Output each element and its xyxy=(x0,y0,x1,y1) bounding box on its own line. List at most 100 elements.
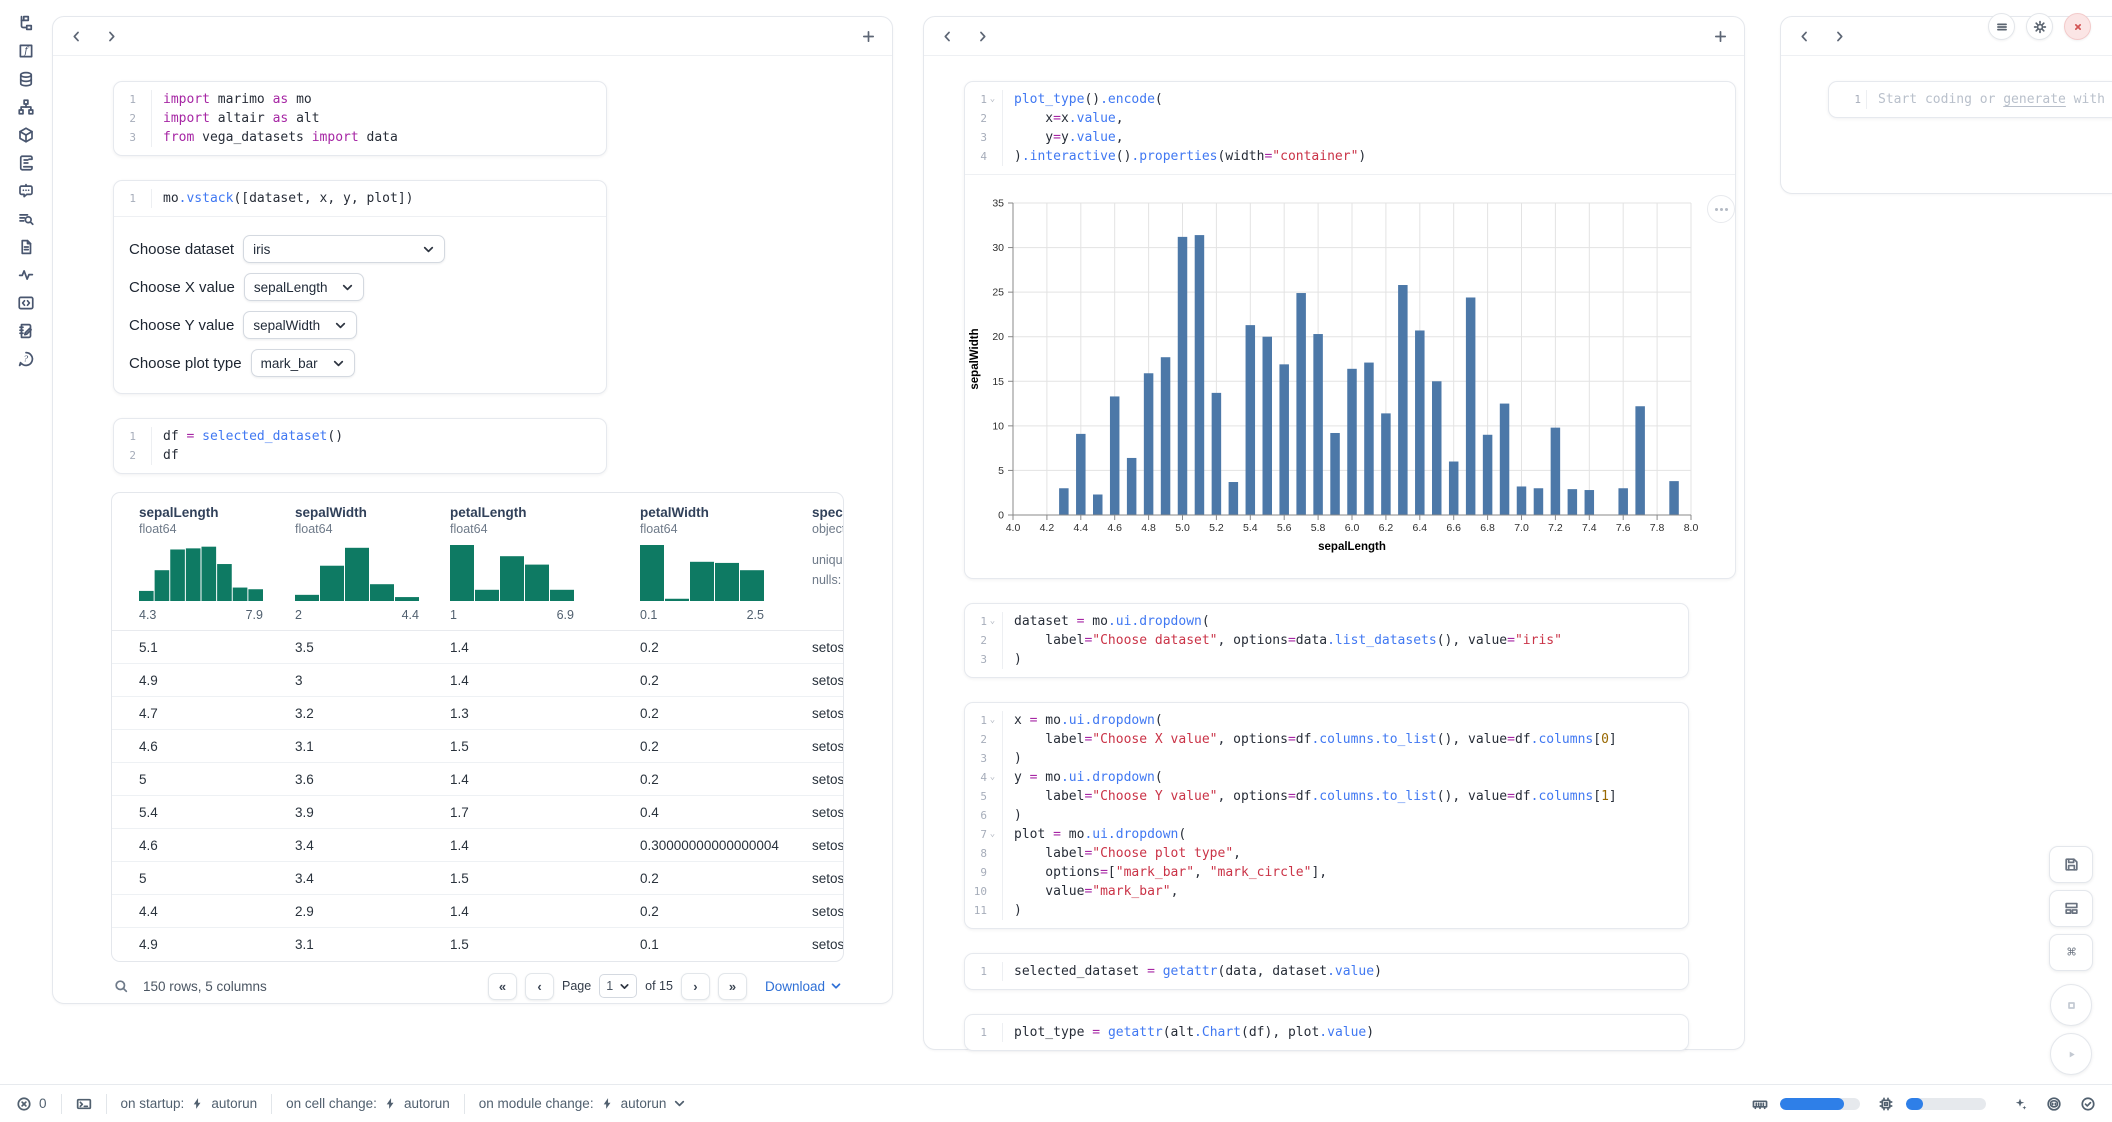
ai-sparkles-button[interactable] xyxy=(2012,1096,2028,1112)
column-move-right-button[interactable] xyxy=(104,29,119,44)
next-page-button[interactable]: › xyxy=(681,973,710,1000)
dropdown-choose-dataset[interactable]: iris xyxy=(243,235,445,263)
code-editor[interactable]: 1import marimo as mo2import altair as al… xyxy=(113,81,607,156)
code-line: 1⌄plot_type().encode( xyxy=(965,90,1735,109)
stop-button[interactable] xyxy=(2050,984,2092,1026)
save-button[interactable] xyxy=(2049,846,2093,883)
errors-indicator[interactable]: 0 xyxy=(16,1096,47,1112)
search-icon[interactable] xyxy=(113,978,129,994)
sidebar-item-snippets[interactable] xyxy=(17,238,35,256)
empty-code-editor[interactable]: 1 Start coding or generate with AI xyxy=(1828,81,2112,118)
sparkles-icon xyxy=(2012,1096,2028,1112)
code-editor[interactable]: 1mo.vstack([dataset, x, y, plot]) xyxy=(114,181,606,217)
code-editor[interactable]: 1⌄dataset = mo.ui.dropdown(2 label="Choo… xyxy=(964,603,1689,678)
altair-bar-chart[interactable]: 051015202530354.04.24.44.64.85.05.25.45.… xyxy=(965,187,1736,559)
floating-action-buttons: ⌘ xyxy=(2049,846,2093,1075)
sidebar-item-database[interactable] xyxy=(17,70,35,88)
copilot-button[interactable] xyxy=(2046,1096,2062,1112)
column-name: petalLength xyxy=(450,505,613,520)
code-line: 3 y=y.value, xyxy=(965,128,1735,147)
table-cell: 5 xyxy=(112,871,268,886)
sidebar-item-functions[interactable]: f xyxy=(17,42,35,60)
line-number: 3 xyxy=(980,128,987,147)
editor-placeholder: Start coding or generate with AI xyxy=(1867,90,2112,109)
play-button[interactable] xyxy=(2050,1033,2092,1075)
code-editor[interactable]: 1selected_dataset = getattr(data, datase… xyxy=(964,953,1689,990)
table-column-header[interactable]: sepalWidthfloat6424.4 xyxy=(268,505,423,622)
sidebar-item-chat[interactable] xyxy=(17,182,35,200)
table-row[interactable]: 4.73.21.30.2setosa xyxy=(112,697,843,730)
fold-toggle[interactable]: ⌄ xyxy=(988,825,997,844)
column-move-left-button[interactable] xyxy=(1797,29,1812,44)
notebook-column-3: 1 Start coding or generate with AI xyxy=(1780,16,2112,194)
sidebar-item-dependency-graph[interactable] xyxy=(17,98,35,116)
code-editor[interactable]: 1⌄x = mo.ui.dropdown(2 label="Choose X v… xyxy=(964,702,1689,929)
dropdown-choose-y-value[interactable]: sepalWidth xyxy=(243,311,357,339)
add-column-button[interactable] xyxy=(1713,29,1728,44)
column-move-right-button[interactable] xyxy=(1832,29,1847,44)
table-row[interactable]: 53.61.40.2setosa xyxy=(112,763,843,796)
sidebar-item-code[interactable] xyxy=(17,294,35,312)
fold-toggle[interactable]: ⌄ xyxy=(988,612,997,631)
chart-bar xyxy=(1059,488,1069,515)
code-editor[interactable]: 1df = selected_dataset()2df xyxy=(113,418,607,474)
layout-button[interactable] xyxy=(2049,890,2093,927)
chart-output[interactable]: 051015202530354.04.24.44.64.85.05.25.45.… xyxy=(965,175,1735,578)
gear-button[interactable] xyxy=(2026,13,2053,40)
table-column-header[interactable]: speciesobjectunique:nulls: xyxy=(785,505,844,622)
table-header-row: sepalLengthfloat644.37.9sepalWidthfloat6… xyxy=(112,493,843,631)
dropdown-choose-plot-type[interactable]: mark_bar xyxy=(251,349,355,377)
runtime-setting-on-module-change[interactable]: on module change:autorun xyxy=(479,1096,687,1111)
fold-toggle[interactable]: ⌄ xyxy=(988,711,997,730)
menu-button[interactable] xyxy=(1988,13,2015,40)
sidebar-item-scroll[interactable] xyxy=(17,154,35,172)
column-range: 0.12.5 xyxy=(640,608,764,622)
column-move-left-button[interactable] xyxy=(69,29,84,44)
terminal-button[interactable] xyxy=(76,1096,92,1112)
table-row[interactable]: 53.41.50.2setosa xyxy=(112,862,843,895)
table-column-header[interactable]: petalLengthfloat6416.9 xyxy=(423,505,613,622)
chart-bar xyxy=(1432,381,1442,515)
add-column-button[interactable] xyxy=(861,29,876,44)
runtime-setting-on-cell-change[interactable]: on cell change:autorun xyxy=(286,1096,450,1111)
prev-page-button[interactable]: ‹ xyxy=(525,973,554,1000)
table-row[interactable]: 4.63.11.50.2setosa xyxy=(112,730,843,763)
close-button[interactable] xyxy=(2064,13,2091,40)
runtime-setting-on-startup[interactable]: on startup:autorun xyxy=(121,1096,258,1111)
chart-bar xyxy=(1313,334,1323,515)
dropdown-choose-x-value[interactable]: sepalLength xyxy=(244,273,365,301)
histogram-bar xyxy=(525,565,549,601)
sidebar-item-activity[interactable] xyxy=(17,266,35,284)
table-row[interactable]: 4.931.40.2setosa xyxy=(112,664,843,697)
first-page-button[interactable]: « xyxy=(488,973,517,1000)
code-editor[interactable]: 1plot_type = getattr(alt.Chart(df), plot… xyxy=(964,1014,1689,1051)
generate-with-ai-link[interactable]: generate xyxy=(2003,92,2066,107)
table-row[interactable]: 5.43.91.70.4setosa xyxy=(112,796,843,829)
command-button[interactable]: ⌘ xyxy=(2049,934,2093,971)
code-line: 1⌄x = mo.ui.dropdown( xyxy=(965,711,1688,730)
column-move-left-button[interactable] xyxy=(940,29,955,44)
chart-menu-button[interactable] xyxy=(1707,195,1735,223)
table-row[interactable]: 4.42.91.40.2setosa xyxy=(112,895,843,928)
last-page-button[interactable]: » xyxy=(718,973,747,1000)
sidebar-item-notepad[interactable] xyxy=(17,322,35,340)
table-column-header[interactable]: petalWidthfloat640.12.5 xyxy=(613,505,785,622)
table-row[interactable]: 5.13.51.40.2setosa xyxy=(112,631,843,664)
sidebar-item-packages[interactable] xyxy=(17,126,35,144)
connection-status-icon[interactable] xyxy=(2080,1096,2096,1112)
sidebar-item-logs-search[interactable] xyxy=(17,210,35,228)
fold-toggle[interactable]: ⌄ xyxy=(988,90,997,109)
error-count: 0 xyxy=(39,1096,47,1111)
table-row[interactable]: 4.63.41.40.30000000000000004setosa xyxy=(112,829,843,862)
column-move-right-button[interactable] xyxy=(975,29,990,44)
table-column-header[interactable]: sepalLengthfloat644.37.9 xyxy=(112,505,268,622)
page-select[interactable]: 1 xyxy=(599,974,637,998)
histogram-bar xyxy=(217,564,232,601)
fold-toggle[interactable]: ⌄ xyxy=(988,768,997,787)
download-button[interactable]: Download xyxy=(765,979,842,994)
sidebar-item-file-tree[interactable] xyxy=(17,14,35,32)
code-editor[interactable]: 1⌄plot_type().encode(2 x=x.value,3 y=y.v… xyxy=(965,82,1735,175)
table-row[interactable]: 4.93.11.50.1setosa xyxy=(112,928,843,961)
sidebar-item-help[interactable]: ? xyxy=(17,350,35,368)
column-histogram xyxy=(450,545,574,601)
